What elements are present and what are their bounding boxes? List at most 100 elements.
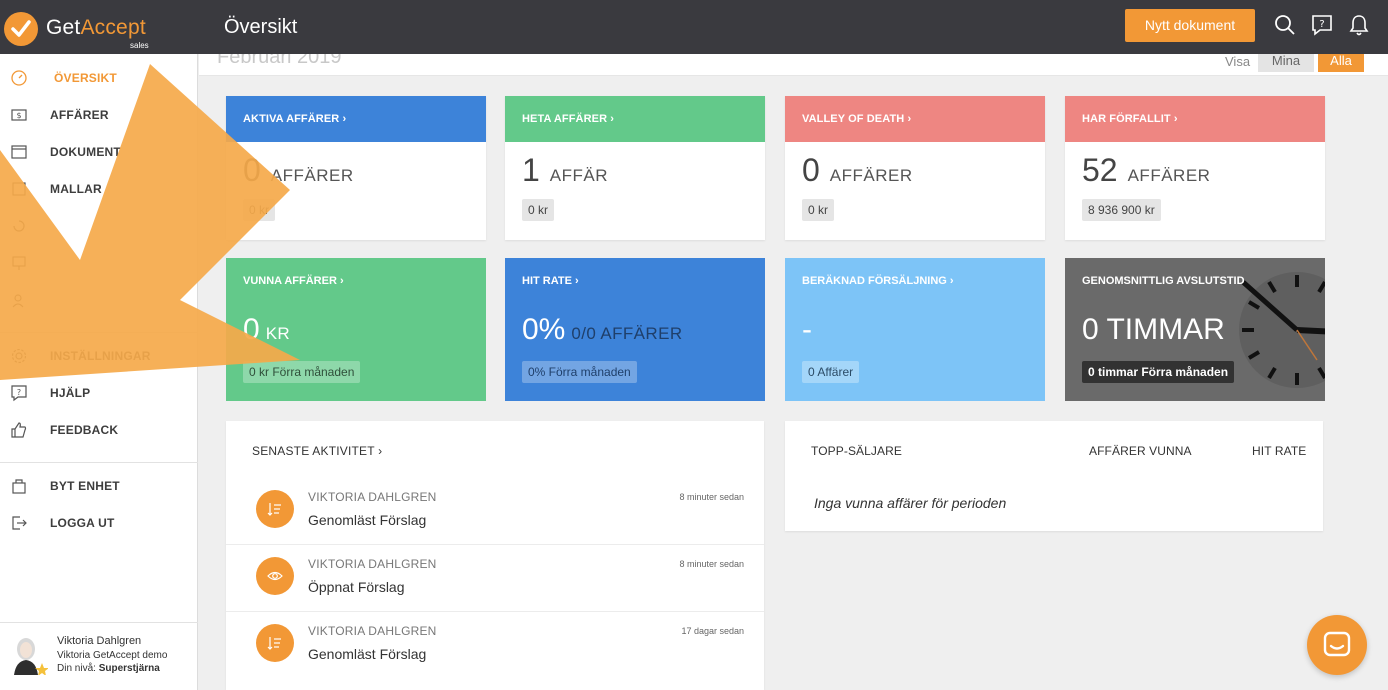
- sidebar-item-label: DOKUMENT: [50, 145, 121, 159]
- column-header-hit-rate: HIT RATE: [1252, 444, 1307, 458]
- help-chat-icon[interactable]: ?: [1311, 14, 1333, 36]
- tile-number: -: [802, 313, 812, 346]
- card-heta-affarer[interactable]: HETA AFFÄRER › 1 AFFÄR 0 kr: [505, 96, 765, 240]
- page-title: Översikt: [224, 16, 298, 38]
- sidebar-item-oversikt[interactable]: ÖVERSIKT: [0, 63, 198, 93]
- clock-icon: [1239, 272, 1325, 388]
- card-number: 0 AFFÄRER: [802, 152, 913, 188]
- bell-icon[interactable]: [1349, 14, 1371, 36]
- logo-subtitle: sales: [130, 41, 149, 50]
- sidebar-divider: [0, 332, 198, 333]
- thumbs-up-icon: [10, 421, 28, 439]
- logo-check-icon: [4, 12, 38, 46]
- folder-icon: [10, 143, 28, 161]
- card-number: 52 AFFÄRER: [1082, 152, 1211, 188]
- sidebar-item-label: MALLAR: [50, 182, 102, 196]
- user-name: Viktoria Dahlgren: [57, 635, 142, 647]
- sidebar-item-contacts[interactable]: [0, 285, 198, 315]
- top-sellers-panel: TOPP-SÄLJARE AFFÄRER VUNNA HIT RATE Inga…: [785, 421, 1323, 531]
- sidebar-item-feedback[interactable]: FEEDBACK: [0, 415, 198, 445]
- card-title: HETA AFFÄRER ›: [505, 96, 765, 142]
- avatar: [8, 635, 49, 676]
- card-number: 0 AFFÄRER: [243, 152, 354, 188]
- tile-title: VUNNA AFFÄRER ›: [243, 275, 344, 287]
- tile-number: 0% 0/0 AFFÄRER: [522, 313, 683, 346]
- sidebar-item-hjalp[interactable]: ? HJÄLP: [0, 378, 198, 408]
- card-har-forfallit[interactable]: HAR FÖRFALLIT › 52 AFFÄRER 8 936 900 kr: [1065, 96, 1325, 240]
- sidebar-item-label: HJÄLP: [50, 386, 91, 400]
- activity-time: 8 minuter sedan: [679, 492, 744, 502]
- sidebar-item-mallar[interactable]: MALLAR: [0, 174, 198, 204]
- building-icon: [10, 477, 28, 495]
- activity-description: Genomläst Förslag: [308, 646, 427, 662]
- logout-icon: [10, 514, 28, 532]
- activity-user: VIKTORIA DAHLGREN: [308, 624, 437, 638]
- sidebar-item-label: FEEDBACK: [50, 423, 119, 437]
- sidebar-item-label: INSTÄLLNINGAR: [50, 349, 151, 363]
- card-title: AKTIVA AFFÄRER ›: [226, 96, 486, 142]
- sidebar-item-label: LOGGA UT: [50, 516, 115, 530]
- chat-launcher-button[interactable]: [1307, 615, 1367, 675]
- search-icon[interactable]: [1274, 14, 1296, 36]
- sidebar-divider: [0, 462, 198, 463]
- history-icon: [10, 217, 28, 235]
- period-label: Februari 2019: [217, 54, 342, 68]
- activity-row[interactable]: VIKTORIA DAHLGREN Öppnat Förslag 8 minut…: [226, 544, 764, 610]
- sidebar-item-dokument[interactable]: DOKUMENT: [0, 137, 198, 167]
- sidebar-item-installningar[interactable]: INSTÄLLNINGAR: [0, 341, 198, 371]
- card-number: 1 AFFÄR: [522, 152, 609, 188]
- sidebar: ÖVERSIKT $ AFFÄRER DOKUMENT MALLAR INSTÄ…: [0, 54, 198, 690]
- eye-icon: [256, 557, 294, 595]
- help-icon: ?: [10, 384, 28, 402]
- tile-hit-rate[interactable]: HIT RATE › 0% 0/0 AFFÄRER 0% Förra månade…: [505, 258, 765, 401]
- tile-chip: 0 timmar Förra månaden: [1082, 361, 1235, 383]
- contacts-icon: [10, 291, 28, 309]
- sidebar-item-logga-ut[interactable]: LOGGA UT: [0, 508, 198, 538]
- card-valley-of-death[interactable]: VALLEY OF DEATH › 0 AFFÄRER 0 kr: [785, 96, 1045, 240]
- new-document-button[interactable]: Nytt dokument: [1125, 9, 1255, 42]
- sidebar-item-affarer[interactable]: $ AFFÄRER: [0, 100, 198, 130]
- activity-row[interactable]: VIKTORIA DAHLGREN Genomläst Förslag 8 mi…: [226, 478, 764, 544]
- filter-alla-button[interactable]: Alla: [1318, 54, 1364, 72]
- activity-row[interactable]: VIKTORIA DAHLGREN Genomläst Förslag 17 d…: [226, 611, 764, 677]
- tile-title: GENOMSNITTLIG AVSLUTSTID: [1082, 275, 1245, 287]
- filter-mina-button[interactable]: Mina: [1258, 54, 1314, 72]
- tile-vunna-affarer[interactable]: VUNNA AFFÄRER › 0 KR 0 kr Förra månaden: [226, 258, 486, 401]
- activity-description: Genomläst Förslag: [308, 512, 427, 528]
- sidebar-item-reports[interactable]: [0, 248, 198, 278]
- user-profile[interactable]: Viktoria Dahlgren Viktoria GetAccept dem…: [0, 622, 198, 690]
- tile-genomsnittlig-avslutstid[interactable]: GENOMSNITTLIG AVSLUTSTID 0 TIMMAR 0 timm…: [1065, 258, 1325, 401]
- sidebar-item-history[interactable]: [0, 211, 198, 241]
- logo-text: GetAccept: [46, 16, 146, 39]
- money-icon: $: [10, 106, 28, 124]
- getaccept-logo[interactable]: GetAccept sales: [4, 8, 194, 50]
- column-header-top-sellers: TOPP-SÄLJARE: [811, 444, 903, 458]
- presentation-icon: [10, 254, 28, 272]
- recent-activity-panel: SENASTE AKTIVITET › VIKTORIA DAHLGREN Ge…: [226, 421, 764, 690]
- user-level: Din nivå: Superstjärna: [57, 663, 160, 674]
- empty-state-text: Inga vunna affärer för perioden: [814, 495, 1007, 511]
- sidebar-item-label: BYT ENHET: [50, 479, 120, 493]
- svg-text:?: ?: [1319, 19, 1324, 30]
- card-amount-chip: 0 kr: [802, 199, 835, 221]
- gear-icon: [10, 347, 28, 365]
- tile-number: 0 TIMMAR: [1082, 313, 1225, 346]
- activity-description: Öppnat Förslag: [308, 579, 405, 595]
- sidebar-item-byt-enhet[interactable]: BYT ENHET: [0, 471, 198, 501]
- sidebar-item-label: AFFÄRER: [50, 108, 109, 122]
- tile-title: BERÄKNAD FÖRSÄLJNING ›: [802, 275, 954, 287]
- top-bar: GetAccept sales Översikt Nytt dokument ?: [0, 0, 1388, 54]
- chat-icon: [1323, 631, 1351, 657]
- card-aktiva-affarer[interactable]: AKTIVA AFFÄRER › 0 AFFÄRER 0 kr: [226, 96, 486, 240]
- recent-activity-link[interactable]: SENASTE AKTIVITET ›: [252, 444, 382, 458]
- activity-time: 8 minuter sedan: [679, 559, 744, 569]
- sidebar-item-label: ÖVERSIKT: [54, 71, 117, 85]
- list-sort-icon: [256, 490, 294, 528]
- activity-time: 17 dagar sedan: [681, 626, 744, 636]
- activity-user: VIKTORIA DAHLGREN: [308, 490, 437, 504]
- tile-chip: 0 kr Förra månaden: [243, 361, 361, 383]
- card-amount-chip: 0 kr: [522, 199, 555, 221]
- tile-beraknad-forsaljning[interactable]: BERÄKNAD FÖRSÄLJNING › - 0 Affärer: [785, 258, 1045, 401]
- user-company: Viktoria GetAccept demo: [57, 650, 168, 661]
- column-header-deals-won: AFFÄRER VUNNA: [1089, 444, 1192, 458]
